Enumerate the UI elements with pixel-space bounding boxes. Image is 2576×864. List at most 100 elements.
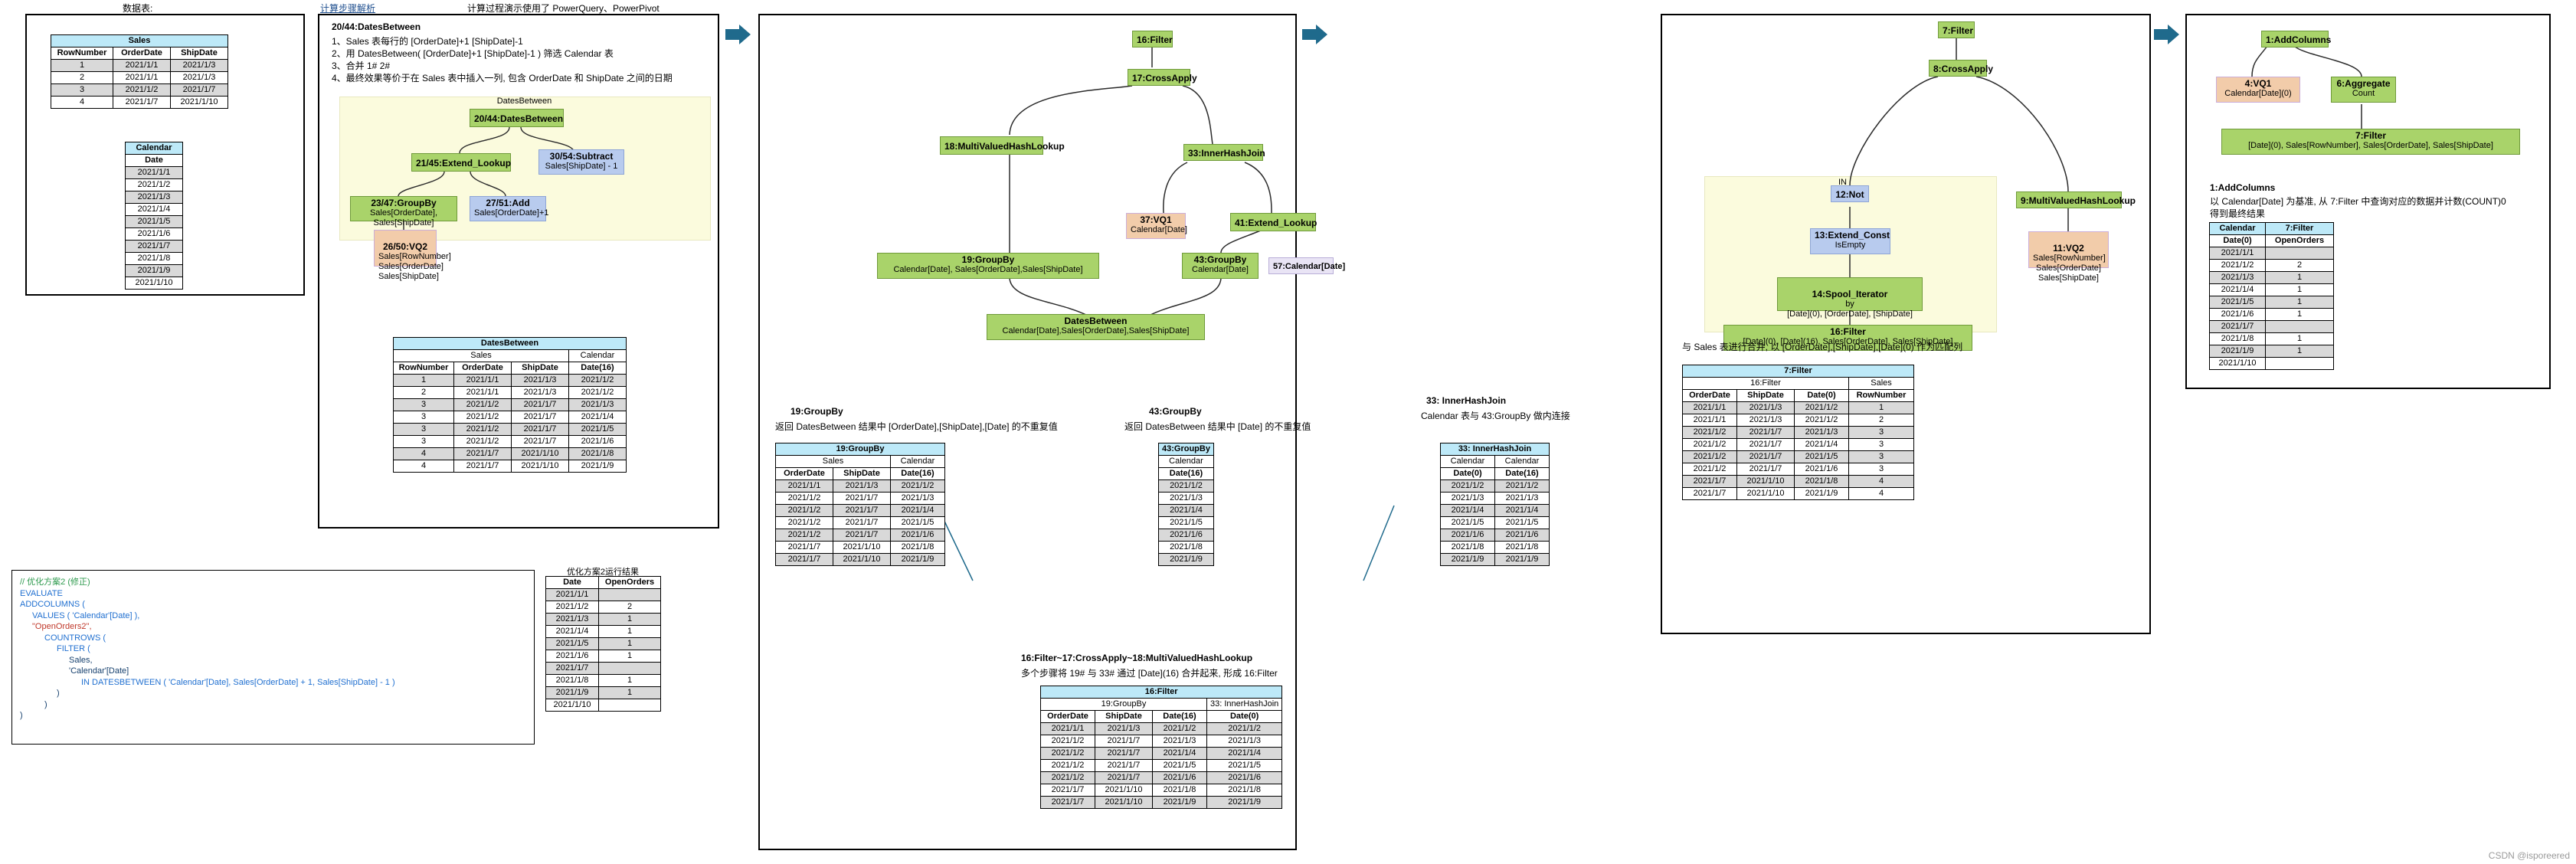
table-cell: 2021/1/9 xyxy=(568,460,627,473)
table-column-header: OpenOrders xyxy=(2265,234,2334,247)
node-7-filter-b[interactable]: 7:Filter [Date](0), Sales[RowNumber], Sa… xyxy=(2221,129,2520,155)
cap-1-addcolumns-title: 1:AddColumns xyxy=(2210,182,2276,193)
node-17-crossapply[interactable]: 17:CrossApply xyxy=(1128,69,1197,86)
table-cell: 2021/1/2 xyxy=(1152,722,1207,735)
table-cell: 2021/1/5 xyxy=(1206,759,1283,772)
table-cell: 2021/1/9 xyxy=(2209,345,2266,358)
node-datesbetween[interactable]: DatesBetween Calendar[Date],Sales[OrderD… xyxy=(987,314,1205,340)
table-cell: 2021/1/3 xyxy=(1152,735,1207,748)
table-cell: 2021/1/9 xyxy=(1152,796,1207,809)
node-19-groupby[interactable]: 19:GroupBy Calendar[Date], Sales[OrderDa… xyxy=(877,253,1099,279)
table-cell: 2021/1/10 xyxy=(1736,475,1795,488)
node-33-innerhashjoin[interactable]: 33:InnerHashJoin xyxy=(1183,144,1265,161)
node-label: 7:Filter xyxy=(2355,130,2386,141)
table-cell: 2021/1/3 xyxy=(511,374,569,387)
table-cell: 2021/1/10 xyxy=(1736,487,1795,500)
node-1-addcolumns[interactable]: 1:AddColumns xyxy=(2261,31,2331,47)
table-column-header: RowNumber xyxy=(1848,389,1914,402)
node-8-crossapply[interactable]: 8:CrossApply xyxy=(1929,60,1993,77)
table-row: 2021/1/2 2021/1/7 2021/1/3 xyxy=(775,492,945,505)
dax-code-block: // 优化方案2 (修正) EVALUATE ADDCOLUMNS (VALUES … xyxy=(11,570,535,745)
table-row: 2021/1/2 2021/1/7 2021/1/6 xyxy=(775,529,945,542)
table-row: 2021/1/10 xyxy=(545,699,661,712)
node-12-not[interactable]: 12:Not xyxy=(1831,185,1869,202)
table-cell: 2021/1/7 xyxy=(511,398,569,411)
cap-16-filter-title: 16:Filter~17:CrossApply~18:MultiValuedHa… xyxy=(1021,653,1253,663)
table-cell: 2021/1/6 xyxy=(568,435,627,448)
node-9-multivaluedhashlookup[interactable]: 9:MultiValuedHashLookup xyxy=(2016,191,2136,208)
table-column-header: ShipDate xyxy=(833,467,891,480)
table-group-header: 33: InnerHashJoin xyxy=(1206,698,1283,711)
cap-1-addcolumns-desc2: 得到最终结果 xyxy=(2210,208,2266,219)
node-label: 30/54:Subtract xyxy=(549,151,614,162)
table-column-header: RowNumber xyxy=(393,362,454,375)
table-cell: 2021/1/1 xyxy=(453,374,512,387)
table-cell: 1 xyxy=(2265,271,2334,284)
node-23-47-groupby[interactable]: 23/47:GroupBy Sales[OrderDate], Sales[Sh… xyxy=(350,196,457,227)
node-7-filter[interactable]: 7:Filter xyxy=(1938,21,1975,38)
table-cell xyxy=(2265,247,2334,260)
table-cell: 2021/1/6 xyxy=(125,227,183,241)
node-43-groupby[interactable]: 43:GroupBy Calendar[Date] xyxy=(1182,253,1259,279)
arrow-panel3-panel4 xyxy=(1302,25,1328,48)
table-group-header: 16:Filter xyxy=(1682,377,1849,390)
table-row: 2021/1/9 xyxy=(1158,553,1214,566)
table-cell: 2021/1/5 xyxy=(1158,516,1214,529)
node-16-filter[interactable]: 16:Filter xyxy=(1132,31,1173,47)
node-21-45-extend-lookup[interactable]: 21/45:Extend_Lookup xyxy=(411,153,511,172)
table-cell: 2021/1/8 xyxy=(1158,541,1214,554)
table-cell: 2 xyxy=(393,386,454,399)
node-26-50-vq2[interactable]: 26/50:VQ2 Sales[RowNumber] Sales[OrderDa… xyxy=(374,230,451,281)
table-column-header: OrderDate xyxy=(113,47,171,60)
cap-43-groupby-desc: 返回 DatesBetween 结果中 [Date] 的不重复值 xyxy=(1124,421,1311,432)
table-19-groupby: 19:GroupBy Sales Calendar OrderDate ShipDate… xyxy=(775,443,945,566)
table-cell: 2021/1/3 xyxy=(1494,492,1550,505)
table-cell: 2021/1/2 xyxy=(453,411,512,424)
code-line: VALUES ( 'Calendar'[Date] ), xyxy=(32,610,140,620)
node-sub: Sales[RowNumber] Sales[OrderDate] Sales[… xyxy=(2033,254,2106,283)
node-label: 16:Filter xyxy=(1137,34,1173,45)
table-row: 4 2021/1/7 2021/1/10 xyxy=(51,96,228,109)
node-4-vq1[interactable]: 4:VQ1 Calendar[Date](0) xyxy=(2216,77,2300,103)
table-row: 2021/1/7 2021/1/10 2021/1/9 xyxy=(775,553,945,566)
table-cell: 2021/1/4 xyxy=(2209,283,2266,296)
node-41-extend-lookup[interactable]: 41:Extend_Lookup xyxy=(1230,213,1317,231)
table-row: 2021/1/1 xyxy=(125,166,183,179)
table-cell: 2021/1/7 xyxy=(545,662,599,675)
node-sub: Sales[ShipDate] - 1 xyxy=(545,162,618,171)
table-cell: 2021/1/7 xyxy=(1736,426,1795,439)
table-column-header: Date(16) xyxy=(890,467,945,480)
table-cell: 2021/1/10 xyxy=(1095,784,1153,797)
node-27-51-add[interactable]: 27/51:Add Sales[OrderDate]+1 xyxy=(470,196,549,221)
table-cell xyxy=(598,662,661,675)
node-sub: Calendar[Date] xyxy=(1192,265,1249,274)
node-sub: Sales[OrderDate], Sales[ShipDate] xyxy=(369,208,438,227)
node-13-extend-const[interactable]: 13:Extend_Const IsEmpty xyxy=(1810,228,1890,254)
table-column-header: Date xyxy=(125,154,183,167)
table-cell: 2021/1/5 xyxy=(890,516,945,529)
table-cell: 2021/1/2 xyxy=(890,479,945,493)
table-cell: 2021/1/3 xyxy=(170,59,228,72)
table-row: 2021/1/2 xyxy=(1158,479,1214,493)
node-30-54-subtract[interactable]: 30/54:Subtract Sales[ShipDate] - 1 xyxy=(538,149,624,175)
node-14-spool-iterator[interactable]: 14:Spool_Iterator by [Date](0), [OrderDa… xyxy=(1777,277,1923,319)
node-20-44-datesbetween[interactable]: 20/44:DatesBetween xyxy=(470,109,564,127)
node-57-calendar-date[interactable]: 57:Calendar[Date] xyxy=(1268,257,1345,274)
table-cell xyxy=(2265,357,2334,370)
node-37-vq1[interactable]: 37:VQ1 Calendar[Date] xyxy=(1126,213,1187,239)
table-cell: 2021/1/2 xyxy=(1682,463,1737,476)
node-6-aggregate[interactable]: 6:Aggregate Count xyxy=(2331,77,2396,103)
steps-link[interactable]: 计算步骤解析 xyxy=(320,2,375,15)
spreadsheet-table: 33: InnerHashJoin Calendar Calendar Date(0)… xyxy=(1440,443,1550,566)
node-18-multivaluedhashlookup[interactable]: 18:MultiValuedHashLookup xyxy=(940,136,1065,155)
table-cell: 2021/1/1 xyxy=(113,71,171,84)
table-title: 33: InnerHashJoin xyxy=(1440,443,1550,456)
table-cell: 1 xyxy=(2265,296,2334,309)
table-cell: 2021/1/5 xyxy=(125,215,183,228)
table-cell: 3 xyxy=(1848,426,1914,439)
table-row: 2021/1/1 2021/1/3 2021/1/2 xyxy=(775,479,945,493)
table-row: 2021/1/3 1 xyxy=(545,613,661,626)
table-cell: 2021/1/7 xyxy=(511,423,569,436)
table-cell: 2021/1/2 xyxy=(1494,479,1550,493)
node-11-vq2[interactable]: 11:VQ2 Sales[RowNumber] Sales[OrderDate]… xyxy=(2028,231,2109,283)
